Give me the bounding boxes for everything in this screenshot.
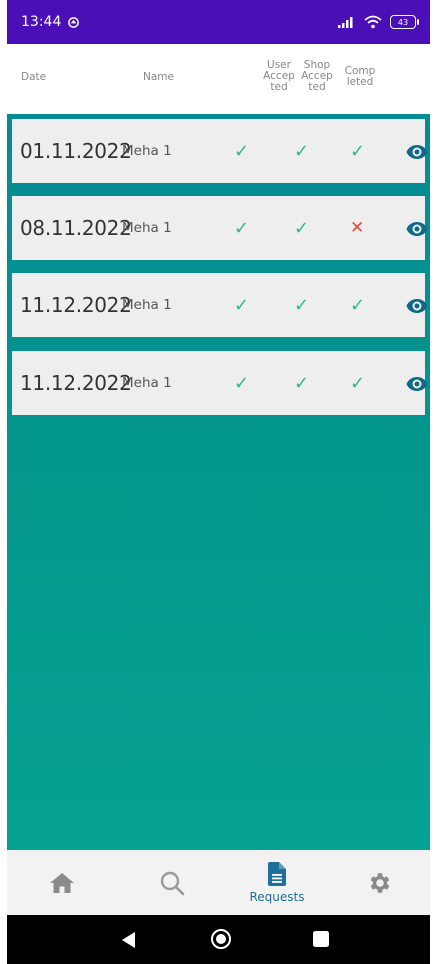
gear-icon bbox=[370, 872, 390, 893]
request-name: Meha 1 bbox=[122, 143, 172, 159]
bottom-navigation: Requests bbox=[7, 850, 430, 915]
home-icon bbox=[50, 872, 74, 893]
table-row[interactable]: 11.12.2022 Meha 1 ✓ ✓ ✓ bbox=[12, 273, 428, 337]
document-icon bbox=[268, 861, 286, 886]
request-date: 01.11.2022 bbox=[20, 139, 132, 163]
status-bar: 13:44 43 bbox=[7, 0, 430, 44]
nav-requests[interactable]: Requests bbox=[237, 850, 317, 915]
back-icon[interactable] bbox=[120, 931, 136, 949]
user-accepted-mark: ✓ bbox=[234, 140, 250, 162]
nav-search[interactable] bbox=[132, 850, 212, 915]
battery-level: 43 bbox=[397, 17, 409, 27]
completed-mark: ✕ bbox=[350, 218, 365, 238]
system-navigation-bar bbox=[7, 915, 430, 964]
user-accepted-mark: ✓ bbox=[234, 372, 250, 394]
header-date: Date bbox=[21, 71, 47, 83]
search-icon bbox=[160, 871, 185, 895]
table-row[interactable]: 01.11.2022 Meha 1 ✓ ✓ ✓ bbox=[12, 119, 428, 183]
home-button-icon[interactable] bbox=[210, 928, 232, 950]
status-time: 13:44 bbox=[21, 14, 62, 30]
nav-requests-label: Requests bbox=[249, 889, 305, 904]
completed-mark: ✓ bbox=[350, 372, 366, 394]
completed-mark: ✓ bbox=[350, 294, 366, 316]
table-header: Date Name User Accep ted Shop Accep ted … bbox=[7, 44, 430, 114]
alarm-icon bbox=[68, 16, 80, 28]
request-name: Meha 1 bbox=[122, 297, 172, 313]
user-accepted-mark: ✓ bbox=[234, 217, 250, 239]
battery-icon: 43 bbox=[390, 15, 419, 29]
eye-icon[interactable] bbox=[405, 294, 429, 318]
header-shop-accepted: Shop Accep ted bbox=[301, 59, 333, 93]
request-name: Meha 1 bbox=[122, 375, 172, 391]
eye-icon[interactable] bbox=[405, 217, 429, 241]
shop-accepted-mark: ✓ bbox=[294, 140, 310, 162]
shop-accepted-mark: ✓ bbox=[294, 372, 310, 394]
nav-home[interactable] bbox=[22, 850, 102, 915]
requests-list[interactable]: 01.11.2022 Meha 1 ✓ ✓ ✓ 08.11.2022 Meha … bbox=[7, 114, 430, 850]
shop-accepted-mark: ✓ bbox=[294, 294, 310, 316]
nav-settings[interactable] bbox=[340, 850, 420, 915]
request-date: 11.12.2022 bbox=[20, 293, 132, 317]
user-accepted-mark: ✓ bbox=[234, 294, 250, 316]
header-completed: Comp leted bbox=[344, 65, 376, 88]
table-row[interactable]: 08.11.2022 Meha 1 ✓ ✓ ✕ bbox=[12, 196, 428, 260]
eye-icon[interactable] bbox=[405, 140, 429, 164]
header-name: Name bbox=[143, 71, 174, 83]
request-name: Meha 1 bbox=[122, 220, 172, 236]
header-user-accepted: User Accep ted bbox=[263, 59, 295, 93]
request-date: 11.12.2022 bbox=[20, 371, 132, 395]
completed-mark: ✓ bbox=[350, 140, 366, 162]
signal-icon bbox=[338, 17, 353, 28]
recents-icon[interactable] bbox=[313, 931, 329, 947]
wifi-icon bbox=[364, 15, 382, 29]
request-date: 08.11.2022 bbox=[20, 216, 132, 240]
table-row[interactable]: 11.12.2022 Meha 1 ✓ ✓ ✓ bbox=[12, 351, 428, 415]
shop-accepted-mark: ✓ bbox=[294, 217, 310, 239]
eye-icon[interactable] bbox=[405, 372, 429, 396]
